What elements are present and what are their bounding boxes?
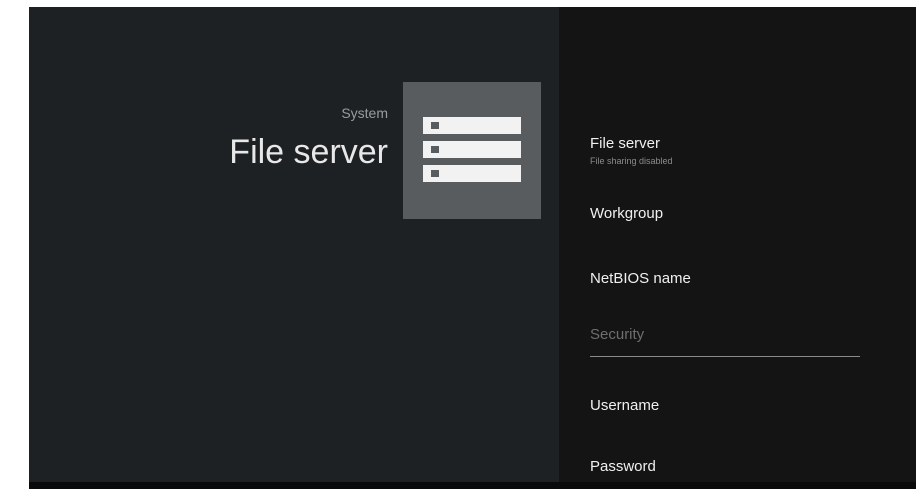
file-server-toggle-item[interactable]: File server File sharing disabled <box>590 135 673 166</box>
file-server-status: File sharing disabled <box>590 156 673 166</box>
server-rack-icon <box>403 82 541 219</box>
server-unit-3-light <box>431 170 439 177</box>
server-unit-1-light <box>431 122 439 129</box>
header-pane: System File server <box>29 7 559 482</box>
security-section-header: Security <box>590 326 645 343</box>
server-rack-glyph <box>423 117 521 182</box>
server-unit-2-light <box>431 146 439 153</box>
page-title: File server <box>229 133 388 171</box>
tv-settings-screen: System File server File server File shar… <box>29 7 916 482</box>
breadcrumb: System <box>341 105 388 121</box>
password-label: Password <box>590 458 656 475</box>
screen-bottom-edge <box>29 482 916 489</box>
netbios-name-label: NetBIOS name <box>590 270 691 287</box>
file-server-label: File server <box>590 135 661 152</box>
password-item[interactable]: Password <box>590 458 656 475</box>
username-label: Username <box>590 397 660 414</box>
netbios-name-item[interactable]: NetBIOS name <box>590 270 691 287</box>
workgroup-label: Workgroup <box>590 205 664 222</box>
workgroup-item[interactable]: Workgroup <box>590 205 663 222</box>
username-item[interactable]: Username <box>590 397 659 414</box>
security-divider <box>590 356 860 357</box>
settings-list: File server File sharing disabled Workgr… <box>559 7 916 482</box>
